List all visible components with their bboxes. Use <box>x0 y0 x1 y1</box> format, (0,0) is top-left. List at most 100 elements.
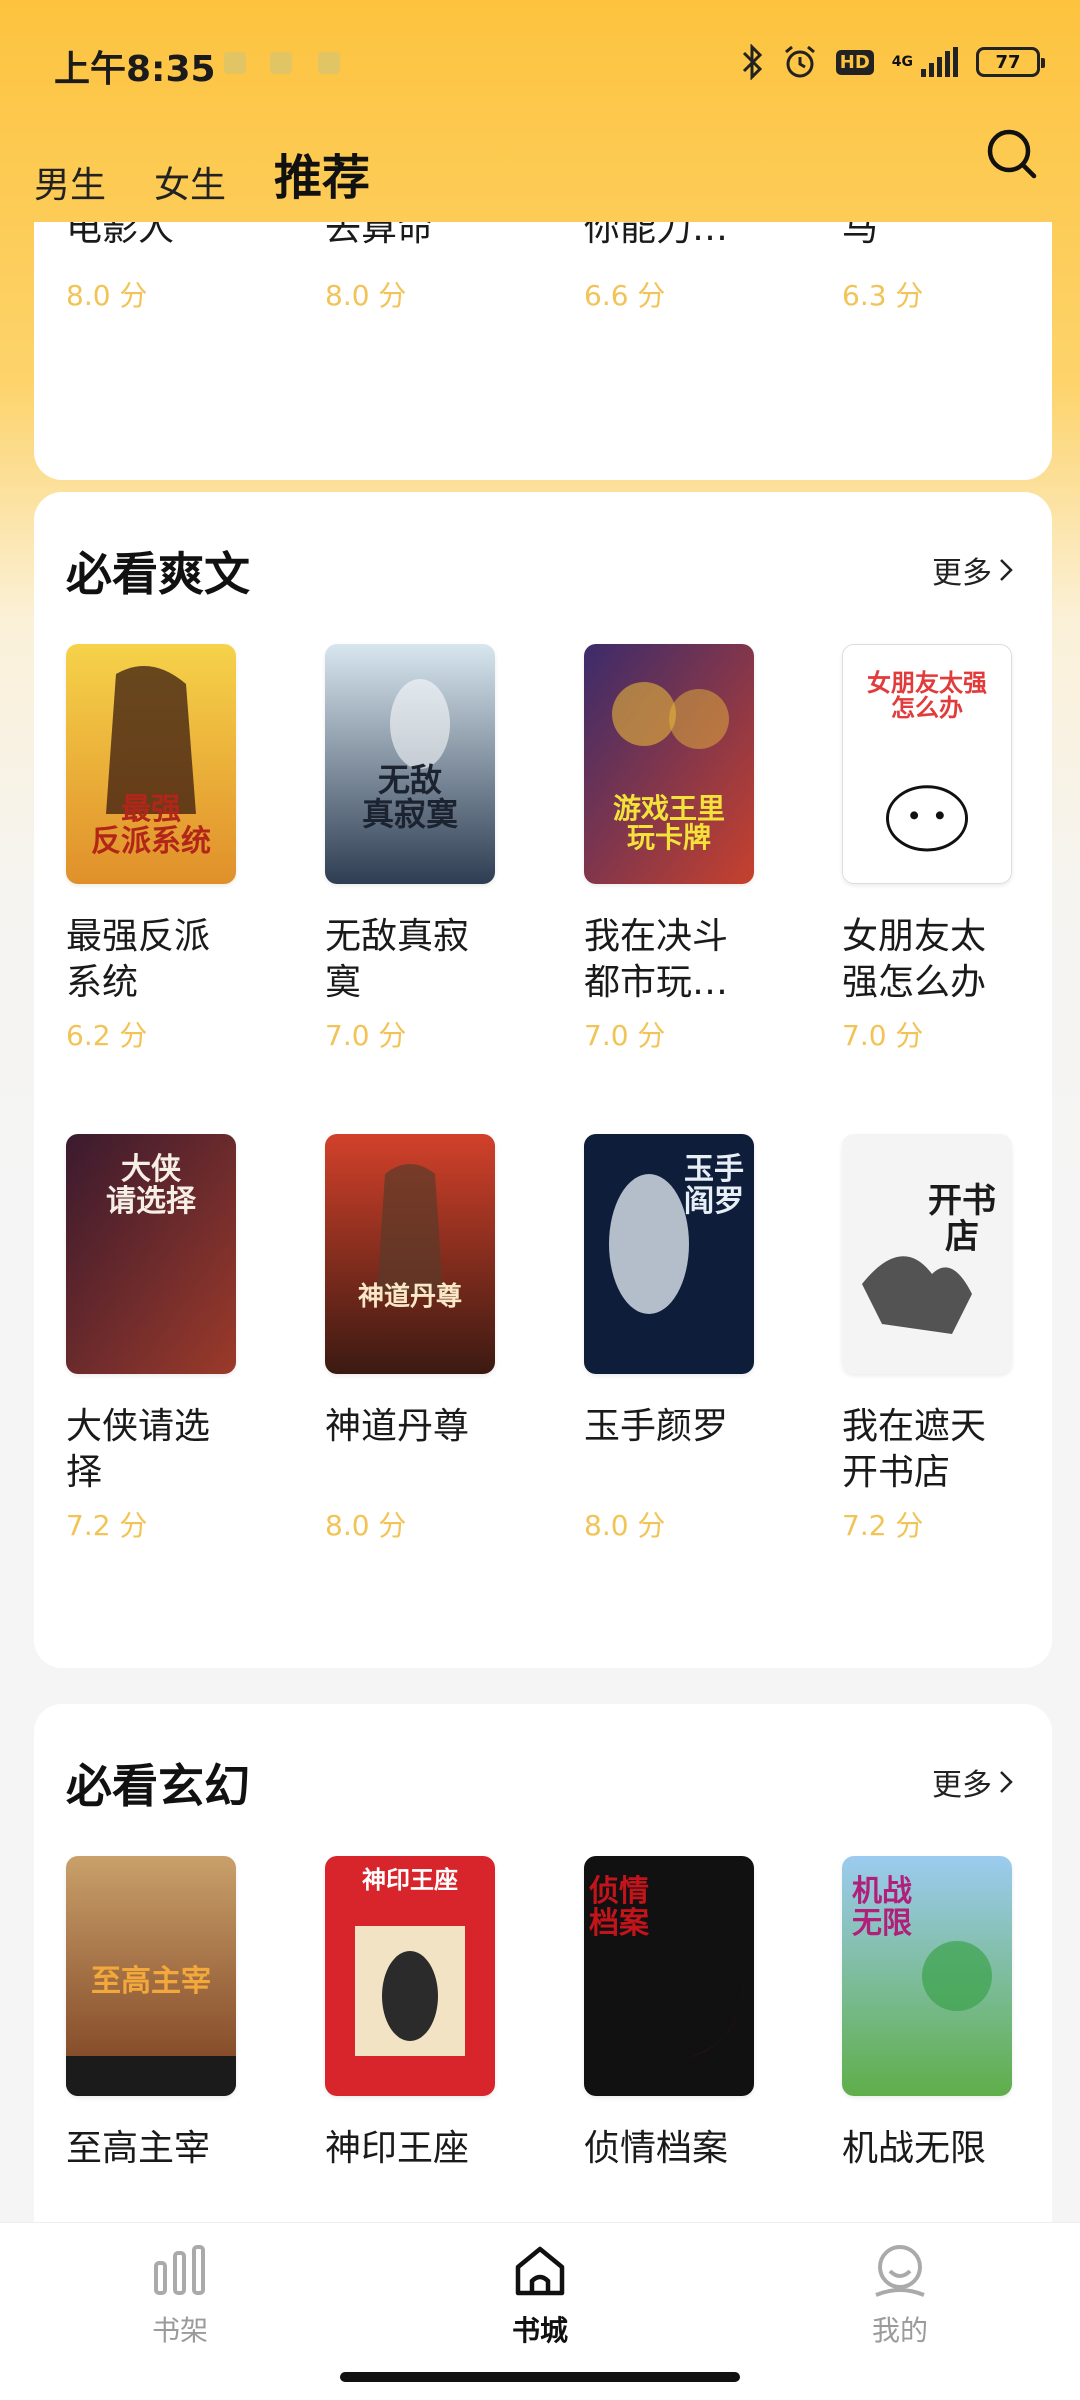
category-tabs: 男生 女生 推荐 <box>34 128 370 208</box>
book-score: 7.2 分 <box>66 1509 148 1542</box>
cover-text: 女朋友太强 怎么办 <box>867 669 987 723</box>
search-icon[interactable] <box>984 126 1040 182</box>
book-title: 最强反派系统 <box>66 916 211 1003</box>
notification-icon <box>318 52 340 74</box>
book-item[interactable]: 机战 无限 机战无限 <box>842 1856 1042 2172</box>
book-item[interactable]: 开书店 我在遮天开书店 <box>842 1134 1042 1496</box>
book-score: 7.0 分 <box>325 1019 407 1052</box>
book-title: 至高主宰 <box>66 2128 211 2169</box>
book-item[interactable]: 玉手 阎罗 玉手颜罗 <box>584 1134 784 1450</box>
book-title: 我要做驸 马 <box>842 222 879 249</box>
battery-icon: 77 <box>976 47 1045 77</box>
tab-male[interactable]: 男生 <box>34 156 106 208</box>
home-icon <box>515 2246 565 2296</box>
status-icons: HD 4G 77 <box>740 40 1045 84</box>
nav-label: 我的 <box>871 2314 928 2347</box>
nav-bookstore[interactable]: 书城 <box>470 2241 610 2349</box>
alarm-icon <box>782 44 818 80</box>
book-title: 无敌真寂寞 <box>325 916 470 1003</box>
book-cover: 机战 无限 <box>842 1856 1012 2096</box>
book-item[interactable]: 无敌 真寂寞 无敌真寂寞 <box>325 644 525 1006</box>
book-cover: 无敌 真寂寞 <box>325 644 495 884</box>
book-score: 8.0 分 <box>325 279 407 312</box>
section-title: 必看玄幻 <box>66 1759 250 1813</box>
book-cover: 侦情 档案 <box>584 1856 754 2096</box>
book-cover: 至高主宰 <box>66 1856 236 2096</box>
cover-text: 神道丹尊 <box>357 1282 462 1312</box>
section-card-partial: 我在港岛 电影人 8.0 分 系统让我 去算命 8.0 分 手把手教 你能力… … <box>34 222 1052 480</box>
book-title: 大侠请选择 <box>66 1406 211 1493</box>
book-title: 我在港岛 电影人 <box>66 222 175 249</box>
nav-profile[interactable]: 我的 <box>830 2241 970 2349</box>
book-item[interactable]: 我在港岛 电影人 8.0 分 <box>66 222 236 314</box>
book-score: 8.0 分 <box>325 1509 407 1542</box>
signal-icon <box>921 47 958 77</box>
cover-text: 神印王座 <box>362 1866 458 1894</box>
book-cover: 开书店 <box>842 1134 1012 1374</box>
book-item[interactable]: 女朋友太强 怎么办 女朋友太强怎么办 <box>842 644 1042 1006</box>
bluetooth-icon <box>740 44 764 80</box>
book-item[interactable]: 侦情 档案 侦情档案 <box>584 1856 784 2172</box>
hd-icon: HD <box>835 49 874 75</box>
book-title: 我在遮天开书店 <box>842 1406 987 1493</box>
book-item[interactable]: 系统让我 去算命 8.0 分 <box>325 222 495 314</box>
book-score: 7.0 分 <box>842 1019 924 1052</box>
book-title: 神印王座 <box>325 2128 470 2169</box>
more-button[interactable]: 更多 <box>932 1760 1014 1804</box>
chevron-right-icon <box>1000 1771 1013 1793</box>
book-item[interactable]: 我要做驸 马 6.3 分 <box>842 222 1012 314</box>
content-scroll[interactable]: 我在港岛 电影人 8.0 分 系统让我 去算命 8.0 分 手把手教 你能力… … <box>0 222 1080 2222</box>
book-score: 6.2 分 <box>66 1019 148 1052</box>
book-item[interactable]: 手把手教 你能力… 6.6 分 <box>584 222 754 314</box>
book-score: 8.0 分 <box>66 279 148 312</box>
book-item[interactable]: 大侠 请选择 大侠请选择 <box>66 1134 266 1496</box>
more-button[interactable]: 更多 <box>932 548 1014 592</box>
cover-text: 机战 无限 <box>852 1874 912 1941</box>
book-score: 7.2 分 <box>842 1509 924 1542</box>
notification-icon <box>224 52 246 74</box>
cover-text: 玉手 阎罗 <box>684 1152 744 1219</box>
cover-text: 侦情 档案 <box>589 1874 649 1941</box>
book-item[interactable]: 最强 反派系统 最强反派系统 <box>66 644 266 1006</box>
book-cover: 神道丹尊 <box>325 1134 495 1374</box>
more-label: 更多 <box>932 1768 992 1803</box>
cover-text: 开书店 <box>928 1181 996 1257</box>
section-card-fantasy: 必看玄幻 更多 至高主宰 至高主宰 神印王座 神印王座 侦情 档案 侦情档案 机… <box>34 1704 1052 2222</box>
home-indicator[interactable] <box>340 2372 740 2382</box>
book-score: 7.0 分 <box>584 1019 666 1052</box>
nav-label: 书城 <box>511 2314 568 2347</box>
status-bar: 上午8:35 HD 4G 77 <box>0 0 1080 130</box>
book-title: 手把手教 你能力… <box>584 222 729 249</box>
section-card-must-read: 必看爽文 更多 最强 反派系统 最强反派系统 6.2 分 无敌 真寂寞 无敌真寂… <box>34 492 1052 1668</box>
tab-recommend[interactable]: 推荐 <box>274 138 370 208</box>
chevron-right-icon <box>1000 559 1013 581</box>
book-item[interactable]: 神道丹尊 神道丹尊 <box>325 1134 525 1450</box>
tab-female[interactable]: 女生 <box>154 156 226 208</box>
book-cover: 神印王座 <box>325 1856 495 2096</box>
book-title: 神道丹尊 <box>325 1406 470 1447</box>
book-item[interactable]: 游戏王里 玩卡牌 我在决斗都市玩… <box>584 644 784 1006</box>
book-cover: 女朋友太强 怎么办 <box>842 644 1012 884</box>
book-item[interactable]: 神印王座 神印王座 <box>325 1856 525 2172</box>
notification-icon <box>270 52 292 74</box>
cover-text: 无敌 真寂寞 <box>361 761 458 833</box>
nav-label: 书架 <box>151 2314 208 2347</box>
cover-text: 游戏王里 玩卡牌 <box>612 792 725 855</box>
book-title: 系统让我 去算命 <box>325 222 434 249</box>
more-label: 更多 <box>932 556 992 591</box>
cover-text: 大侠 请选择 <box>106 1152 196 1219</box>
book-cover: 玉手 阎罗 <box>584 1134 754 1374</box>
book-cover: 游戏王里 玩卡牌 <box>584 644 754 884</box>
book-cover: 大侠 请选择 <box>66 1134 236 1374</box>
book-title: 女朋友太强怎么办 <box>842 916 987 1003</box>
nav-bookshelf[interactable]: 书架 <box>110 2241 250 2349</box>
book-score: 6.3 分 <box>842 279 924 312</box>
bookshelf-icon <box>154 2245 205 2295</box>
cover-text: 最强 反派系统 <box>91 792 211 859</box>
network-type: 4G <box>891 54 913 70</box>
profile-icon <box>875 2245 925 2297</box>
book-title: 我在决斗都市玩… <box>584 916 729 1003</box>
book-item[interactable]: 至高主宰 至高主宰 <box>66 1856 266 2172</box>
book-score: 8.0 分 <box>584 1509 666 1542</box>
cover-text: 至高主宰 <box>91 1964 211 1999</box>
